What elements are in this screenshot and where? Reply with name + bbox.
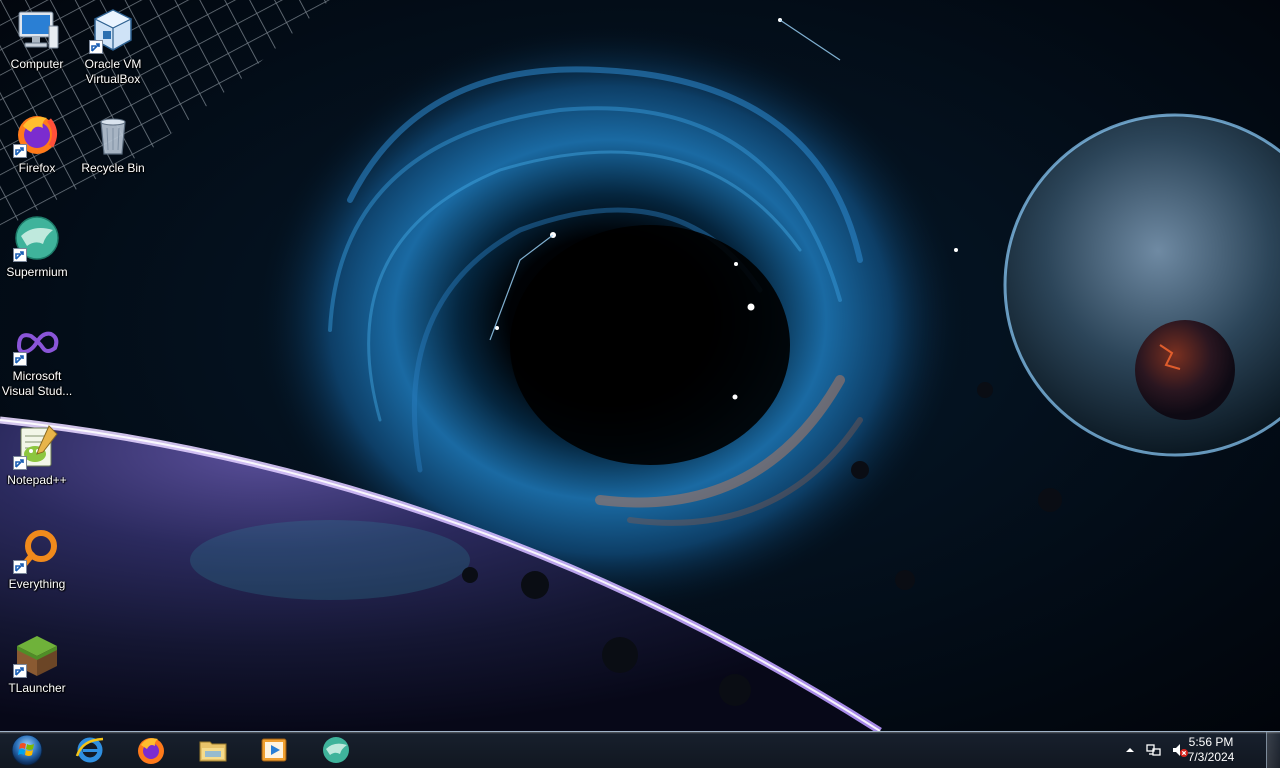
chevron-up-icon <box>1126 748 1134 752</box>
desktop-icon-label: Everything <box>8 577 66 591</box>
desktop-icon-label: Notepad++ <box>7 473 67 487</box>
tlauncher-icon <box>13 630 61 678</box>
taskbar: 5:56 PM 7/3/2024 <box>0 731 1280 768</box>
desktop-icon-computer[interactable]: Computer <box>0 0 74 92</box>
desktop-icon-label: Oracle VM VirtualBox <box>84 57 142 86</box>
supermium-icon <box>13 214 61 262</box>
desktop-icon-notepad-plus-plus[interactable]: Notepad++ <box>0 416 74 508</box>
clock-date: 7/3/2024 <box>1187 750 1235 764</box>
internet-explorer-icon <box>75 737 104 763</box>
desktop-icon-recycle-bin[interactable]: Recycle Bin <box>76 104 150 196</box>
taskbar-internet-explorer-button[interactable] <box>62 733 118 767</box>
shortcut-arrow-icon <box>13 456 27 470</box>
shortcut-arrow-icon <box>13 144 27 158</box>
taskbar-file-explorer-button[interactable] <box>185 733 241 767</box>
system-tray: 5:56 PM 7/3/2024 <box>1120 732 1280 768</box>
file-explorer-icon <box>199 741 227 762</box>
desktop-icon-label: Microsoft Visual Stud... <box>1 369 73 398</box>
desktop-icon-virtualbox[interactable]: Oracle VM VirtualBox <box>76 0 150 92</box>
shortcut-arrow-icon <box>13 248 27 262</box>
media-player-icon <box>261 738 287 762</box>
shortcut-arrow-icon <box>89 40 103 54</box>
everything-search-icon <box>13 526 61 574</box>
desktop-icon-label: TLauncher <box>8 681 66 695</box>
firefox-icon <box>138 738 164 764</box>
show-hidden-icons-button[interactable] <box>1122 742 1138 758</box>
start-button[interactable] <box>6 733 48 767</box>
desktop-icon-tlauncher[interactable]: TLauncher <box>0 624 74 716</box>
desktop-icon-supermium[interactable]: Supermium <box>0 208 74 300</box>
shortcut-arrow-icon <box>13 352 27 366</box>
virtualbox-icon <box>89 6 137 54</box>
taskbar-media-player-button[interactable] <box>246 733 302 767</box>
space-wallpaper-art <box>0 0 1280 731</box>
network-tray-button[interactable] <box>1146 742 1162 758</box>
supermium-icon <box>323 737 349 763</box>
clock-time: 5:56 PM <box>1188 735 1234 749</box>
network-icon <box>1146 744 1161 756</box>
computer-icon <box>13 6 61 54</box>
taskbar-firefox-button[interactable] <box>123 733 179 767</box>
desktop-icon-firefox[interactable]: Firefox <box>0 104 74 196</box>
desktop-icon-label: Firefox <box>18 161 56 175</box>
windows-start-orb-icon <box>11 734 43 766</box>
show-desktop-button[interactable] <box>1266 732 1280 768</box>
taskbar-clock[interactable]: 5:56 PM 7/3/2024 <box>1170 735 1252 765</box>
taskbar-supermium-button[interactable] <box>308 733 364 767</box>
shortcut-arrow-icon <box>13 664 27 678</box>
firefox-icon <box>13 110 61 158</box>
desktop-icon-label: Supermium <box>6 265 68 279</box>
notepad-plus-plus-icon <box>13 422 61 470</box>
desktop-icon-label: Computer <box>10 57 64 71</box>
desktop-wallpaper <box>0 0 1280 731</box>
desktop-icon-everything[interactable]: Everything <box>0 520 74 612</box>
desktop-icon-visual-studio[interactable]: Microsoft Visual Stud... <box>0 312 74 404</box>
desktop-icon-label: Recycle Bin <box>81 161 145 175</box>
visual-studio-icon <box>13 318 61 366</box>
shortcut-arrow-icon <box>13 560 27 574</box>
recycle-bin-icon <box>89 110 137 158</box>
